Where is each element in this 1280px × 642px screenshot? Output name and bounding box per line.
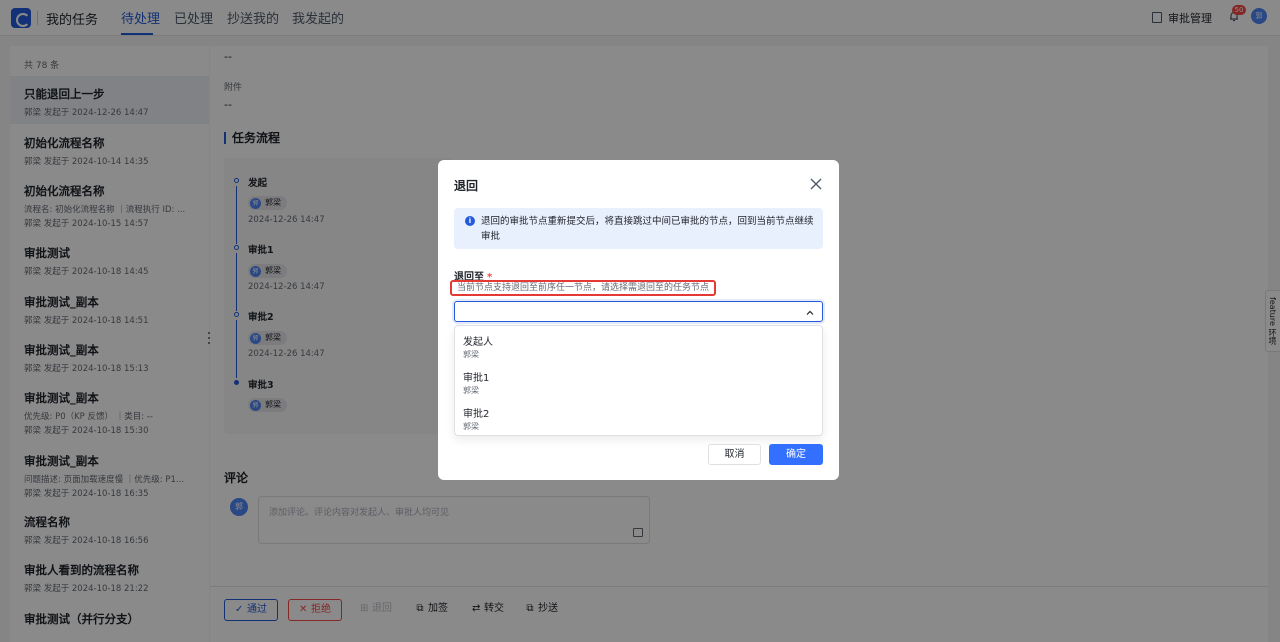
dropdown-option[interactable]: 审批2 郭梁 xyxy=(455,399,822,435)
cancel-button[interactable]: 取消 xyxy=(708,444,761,465)
option-name: 审批2 xyxy=(463,409,490,420)
return-dialog: 退回 i 退回的审批节点重新提交后，将直接跳过中间已审批的节点，回到当前节点继续… xyxy=(438,160,839,480)
option-sub: 郭梁 xyxy=(463,422,479,431)
dropdown-option[interactable]: 审批1 郭梁 xyxy=(455,363,822,399)
option-name: 发起人 xyxy=(463,337,493,348)
option-name: 审批1 xyxy=(463,373,490,384)
dropdown-option[interactable]: 发起人 郭梁 xyxy=(455,327,822,363)
option-sub: 郭梁 xyxy=(463,350,479,359)
info-icon: i xyxy=(465,216,475,226)
option-sub: 郭梁 xyxy=(463,386,479,395)
dialog-title: 退回 xyxy=(454,179,479,193)
return-node-dropdown: 发起人 郭梁 审批1 郭梁 审批2 郭梁 xyxy=(454,325,823,436)
chevron-up-icon xyxy=(805,307,815,317)
return-node-select[interactable] xyxy=(454,301,823,322)
close-icon[interactable] xyxy=(808,176,824,192)
info-notice: i 退回的审批节点重新提交后，将直接跳过中间已审批的节点，回到当前节点继续审批 xyxy=(454,208,823,249)
return-hint: 当前节点支持退回至前序任一节点，请选择需退回至的任务节点 xyxy=(450,280,717,296)
notice-text: 退回的审批节点重新提交后，将直接跳过中间已审批的节点，回到当前节点继续审批 xyxy=(481,216,814,242)
confirm-button[interactable]: 确定 xyxy=(769,444,823,465)
